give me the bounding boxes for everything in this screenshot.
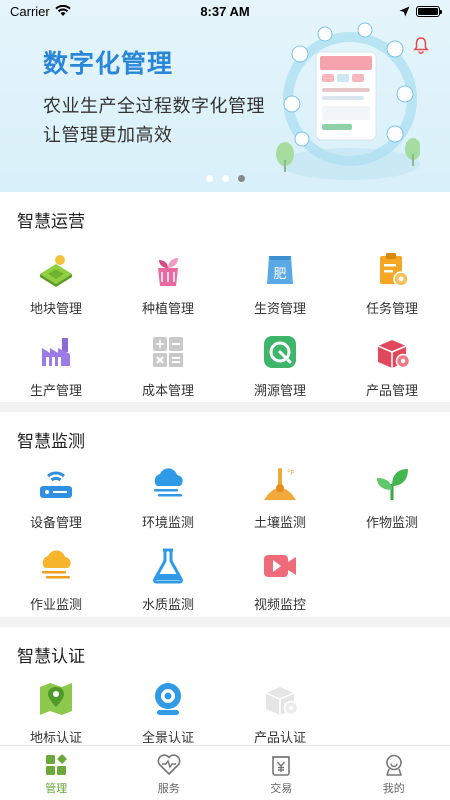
task-icon <box>372 250 412 290</box>
menu-item-label: 水质监测 <box>141 597 194 612</box>
leaf-icon <box>372 464 412 504</box>
menu-item-label: 产品管理 <box>365 383 418 398</box>
menu-item-cost[interactable]: 成本管理 <box>112 332 224 399</box>
heart-icon <box>157 754 181 775</box>
menu-item-product[interactable]: 产品管理 <box>336 332 448 399</box>
menu-item-label: 产品认证 <box>253 730 306 745</box>
flask-icon <box>148 546 188 586</box>
menu-item-label: 种植管理 <box>141 301 194 316</box>
map-pin-icon <box>36 679 76 719</box>
router-icon <box>36 464 76 504</box>
location-arrow-icon <box>399 6 410 16</box>
section-title: 智慧运营 <box>17 212 85 231</box>
product-box-icon <box>372 332 412 372</box>
planting-icon <box>148 250 188 290</box>
banner-subtitle-2: 让管理更加高效 <box>43 125 173 145</box>
menu-item-label: 作业监测 <box>29 597 82 612</box>
section-smart-operations: 智慧运营 地块管理 种植管理 肥 生资管理 任务管理 生产管理 成本管理 溯源管… <box>0 192 450 402</box>
menu-item-label: 土壤监测 <box>253 515 306 530</box>
tab-label: 管理 <box>45 783 68 795</box>
menu-item-label: 溯源管理 <box>253 383 306 398</box>
factory-icon <box>36 332 76 372</box>
menu-item-crop[interactable]: 作物监测 <box>336 464 448 531</box>
profile-icon <box>385 754 402 776</box>
menu-item-land[interactable]: 地块管理 <box>0 250 112 317</box>
carousel-dot-active[interactable] <box>237 175 245 182</box>
menu-item-label: 地块管理 <box>29 301 82 316</box>
tab-service[interactable]: 服务 <box>113 746 226 800</box>
tab-label: 交易 <box>270 783 293 795</box>
wifi-icon <box>55 5 71 16</box>
menu-item-task[interactable]: 任务管理 <box>336 250 448 317</box>
grid-icon <box>46 754 67 775</box>
menu-item-label: 任务管理 <box>365 301 418 316</box>
tab-trade[interactable]: 交易 <box>225 746 338 800</box>
camera-icon <box>148 679 188 719</box>
menu-item-label: 成本管理 <box>141 383 194 398</box>
banner-subtitle-1: 农业生产全过程数字化管理 <box>43 96 265 116</box>
svg-text:肥: 肥 <box>273 267 286 282</box>
cloud-work-icon <box>36 546 76 586</box>
tab-manage[interactable]: 管理 <box>0 746 113 800</box>
bottom-tab-bar: 管理 服务 交易 我的 <box>0 745 450 800</box>
carousel-dot[interactable] <box>221 175 229 182</box>
menu-item-soil[interactable]: °F 土壤监测 <box>224 464 336 531</box>
svg-text:°F: °F <box>287 469 295 477</box>
calculator-icon <box>148 332 188 372</box>
trace-icon <box>260 332 300 372</box>
clock: 8:37 AM <box>200 3 250 19</box>
menu-item-geo-cert[interactable]: 地标认证 <box>0 679 112 746</box>
menu-item-label: 全景认证 <box>141 730 194 745</box>
notification-bell-icon[interactable] <box>412 36 430 54</box>
fertilizer-icon: 肥 <box>260 250 300 290</box>
menu-item-planting[interactable]: 种植管理 <box>112 250 224 317</box>
tab-label: 服务 <box>157 783 180 795</box>
cloud-icon <box>148 464 188 504</box>
banner-title: 数字化管理 <box>43 50 174 78</box>
menu-item-label: 视频监控 <box>253 597 306 612</box>
menu-item-video[interactable]: 视频监控 <box>224 546 336 613</box>
menu-item-fertilizer[interactable]: 肥 生资管理 <box>224 250 336 317</box>
menu-item-product-cert[interactable]: 产品认证 <box>224 679 336 746</box>
status-bar: Carrier 8:37 AM <box>0 0 450 22</box>
banner-illustration <box>276 22 420 180</box>
tab-label: 我的 <box>382 783 405 795</box>
banner-carousel[interactable]: 数字化管理 农业生产全过程数字化管理 让管理更加高效 <box>0 0 450 192</box>
soil-thermometer-icon: °F <box>260 464 300 504</box>
tab-profile[interactable]: 我的 <box>338 746 450 800</box>
menu-item-operation[interactable]: 作业监测 <box>0 546 112 613</box>
menu-item-production[interactable]: 生产管理 <box>0 332 112 399</box>
land-icon <box>36 250 76 290</box>
section-smart-monitoring: 智慧监测 设备管理 环境监测 °F 土壤监测 作物监测 作业监测 水质监测 视频… <box>0 412 450 617</box>
menu-item-label: 地标认证 <box>29 730 82 745</box>
menu-item-environment[interactable]: 环境监测 <box>112 464 224 531</box>
section-title: 智慧监测 <box>17 432 85 451</box>
yuan-icon <box>272 756 291 776</box>
menu-item-panorama-cert[interactable]: 全景认证 <box>112 679 224 746</box>
section-smart-certification: 智慧认证 地标认证 全景认证 产品认证 <box>0 627 450 745</box>
battery-icon <box>416 5 442 17</box>
menu-item-label: 生产管理 <box>29 383 82 398</box>
menu-item-water[interactable]: 水质监测 <box>112 546 224 613</box>
menu-item-label: 生资管理 <box>253 301 306 316</box>
carrier-label: Carrier <box>10 3 50 19</box>
menu-item-label: 作物监测 <box>365 515 418 530</box>
menu-item-label: 设备管理 <box>29 515 82 530</box>
section-title: 智慧认证 <box>17 647 85 666</box>
menu-item-device[interactable]: 设备管理 <box>0 464 112 531</box>
video-icon <box>260 546 300 586</box>
carousel-indicator <box>0 175 450 182</box>
menu-item-label: 环境监测 <box>141 515 194 530</box>
carousel-dot[interactable] <box>205 175 213 182</box>
product-cert-icon <box>260 679 300 719</box>
menu-item-trace[interactable]: 溯源管理 <box>224 332 336 399</box>
